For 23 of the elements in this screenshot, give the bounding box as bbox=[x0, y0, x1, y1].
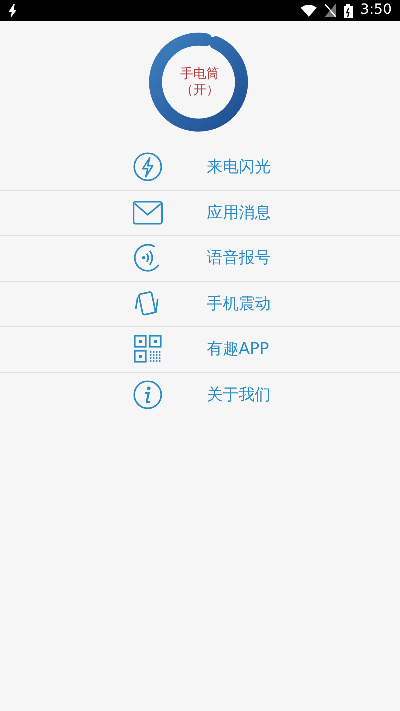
flashlight-toggle[interactable]: 手电筒 （开） bbox=[146, 29, 254, 137]
menu-label: 关于我们 bbox=[207, 384, 271, 406]
menu-item[interactable]: 有趣APP bbox=[0, 327, 400, 372]
menu-item[interactable]: 关于我们 bbox=[0, 372, 400, 418]
menu-label: 应用消息 bbox=[207, 202, 271, 224]
no-signal-icon bbox=[324, 4, 336, 17]
menu-item[interactable]: 手机震动 bbox=[0, 282, 400, 327]
menu-item[interactable]: 来电闪光 bbox=[0, 145, 400, 190]
qr-code-icon bbox=[133, 334, 163, 364]
flash-icon bbox=[8, 4, 18, 18]
menu-item[interactable]: 应用消息 bbox=[0, 190, 400, 236]
flashlight-state: （开） bbox=[180, 83, 220, 100]
wifi-icon bbox=[300, 4, 317, 16]
menu-label: 语音报号 bbox=[207, 247, 271, 270]
menu-item[interactable]: 语音报号 bbox=[0, 236, 400, 282]
menu-label: 手机震动 bbox=[207, 292, 271, 315]
clock: 3:50 bbox=[360, 1, 392, 20]
menu-label: 有趣APP bbox=[207, 338, 270, 360]
flashlight-title: 手电筒 bbox=[180, 66, 220, 83]
lightning-icon bbox=[133, 152, 163, 182]
info-icon bbox=[133, 380, 163, 410]
battery-icon bbox=[344, 4, 353, 18]
menu-label: 来电闪光 bbox=[207, 156, 271, 178]
